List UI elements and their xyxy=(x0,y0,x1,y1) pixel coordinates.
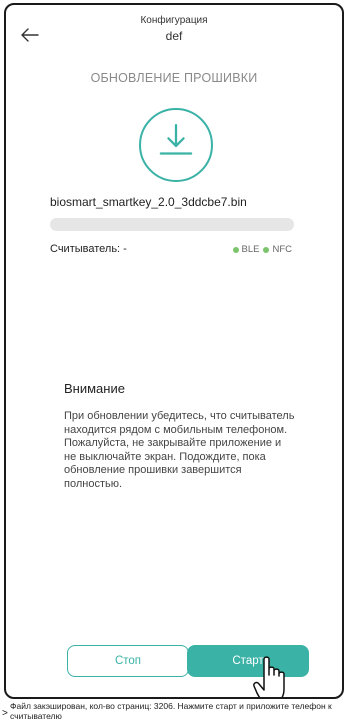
protocol-nfc-label: NFC xyxy=(272,244,292,255)
reader-protocols: BLE NFC xyxy=(232,244,292,255)
page-subtitle: def xyxy=(165,29,183,43)
firmware-filename: biosmart_smartkey_2.0_3ddcbe7.bin xyxy=(50,195,247,209)
stop-button[interactable]: Стоп xyxy=(67,645,189,677)
attention-text: При обновлении убедитесь, что считывател… xyxy=(64,410,295,490)
section-title: ОБНОВЛЕНИЕ ПРОШИВКИ xyxy=(90,71,258,85)
status-caret: > xyxy=(2,708,8,719)
status-text: Файл закэширован, кол-во страниц: 3206. … xyxy=(10,701,332,721)
download-badge xyxy=(139,108,213,182)
nfc-status-dot xyxy=(263,246,270,253)
attention-title: Внимание xyxy=(64,381,125,396)
reader-label: Считыватель: - xyxy=(50,243,127,255)
protocol-ble-label: BLE xyxy=(241,244,260,255)
phone-screen: Конфигурация def ОБНОВЛЕНИЕ ПРОШИВКИ bio… xyxy=(4,3,344,699)
hand-pointer-icon xyxy=(253,656,285,697)
ble-status-dot xyxy=(232,246,239,253)
download-icon xyxy=(159,124,193,155)
firmware-progress-bar xyxy=(50,218,294,231)
protocol-ble: BLE xyxy=(232,244,260,255)
protocol-nfc: NFC xyxy=(263,244,292,255)
page-title: Конфигурация xyxy=(140,15,208,26)
app-header: Конфигурация def xyxy=(6,5,342,57)
